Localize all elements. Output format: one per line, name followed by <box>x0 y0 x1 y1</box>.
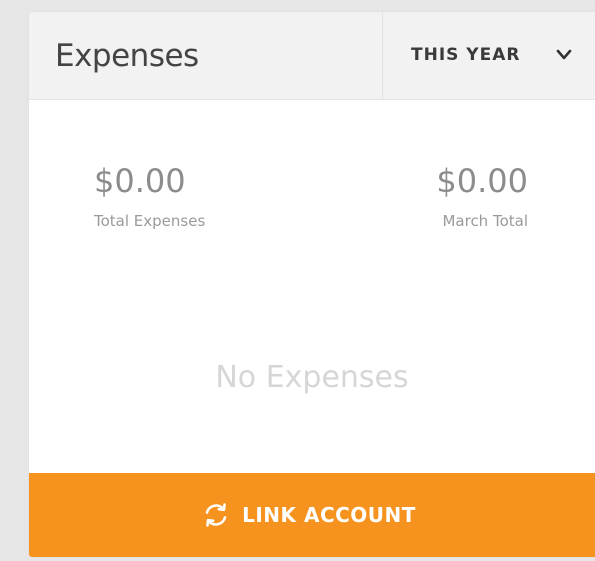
widget-title: Expenses <box>55 38 199 74</box>
month-total-label: March Total <box>442 212 528 230</box>
period-label: THIS YEAR <box>411 45 521 65</box>
sync-icon <box>205 503 227 527</box>
month-total-stat: $0.00 March Total <box>359 160 528 232</box>
month-total-value: $0.00 <box>436 162 528 200</box>
empty-state-message: No Expenses <box>215 360 409 395</box>
widget-header: Expenses THIS YEAR <box>29 12 595 100</box>
link-account-button[interactable]: LINK ACCOUNT <box>29 473 595 557</box>
total-expenses-label: Total Expenses <box>94 212 206 230</box>
total-expenses-value: $0.00 <box>94 162 186 200</box>
chevron-down-icon <box>556 49 572 60</box>
link-account-label: LINK ACCOUNT <box>242 503 416 527</box>
expenses-widget: Expenses THIS YEAR $0.00 Total Expenses … <box>29 12 595 557</box>
period-dropdown[interactable]: THIS YEAR <box>382 12 595 99</box>
total-expenses-stat: $0.00 Total Expenses <box>94 160 205 232</box>
